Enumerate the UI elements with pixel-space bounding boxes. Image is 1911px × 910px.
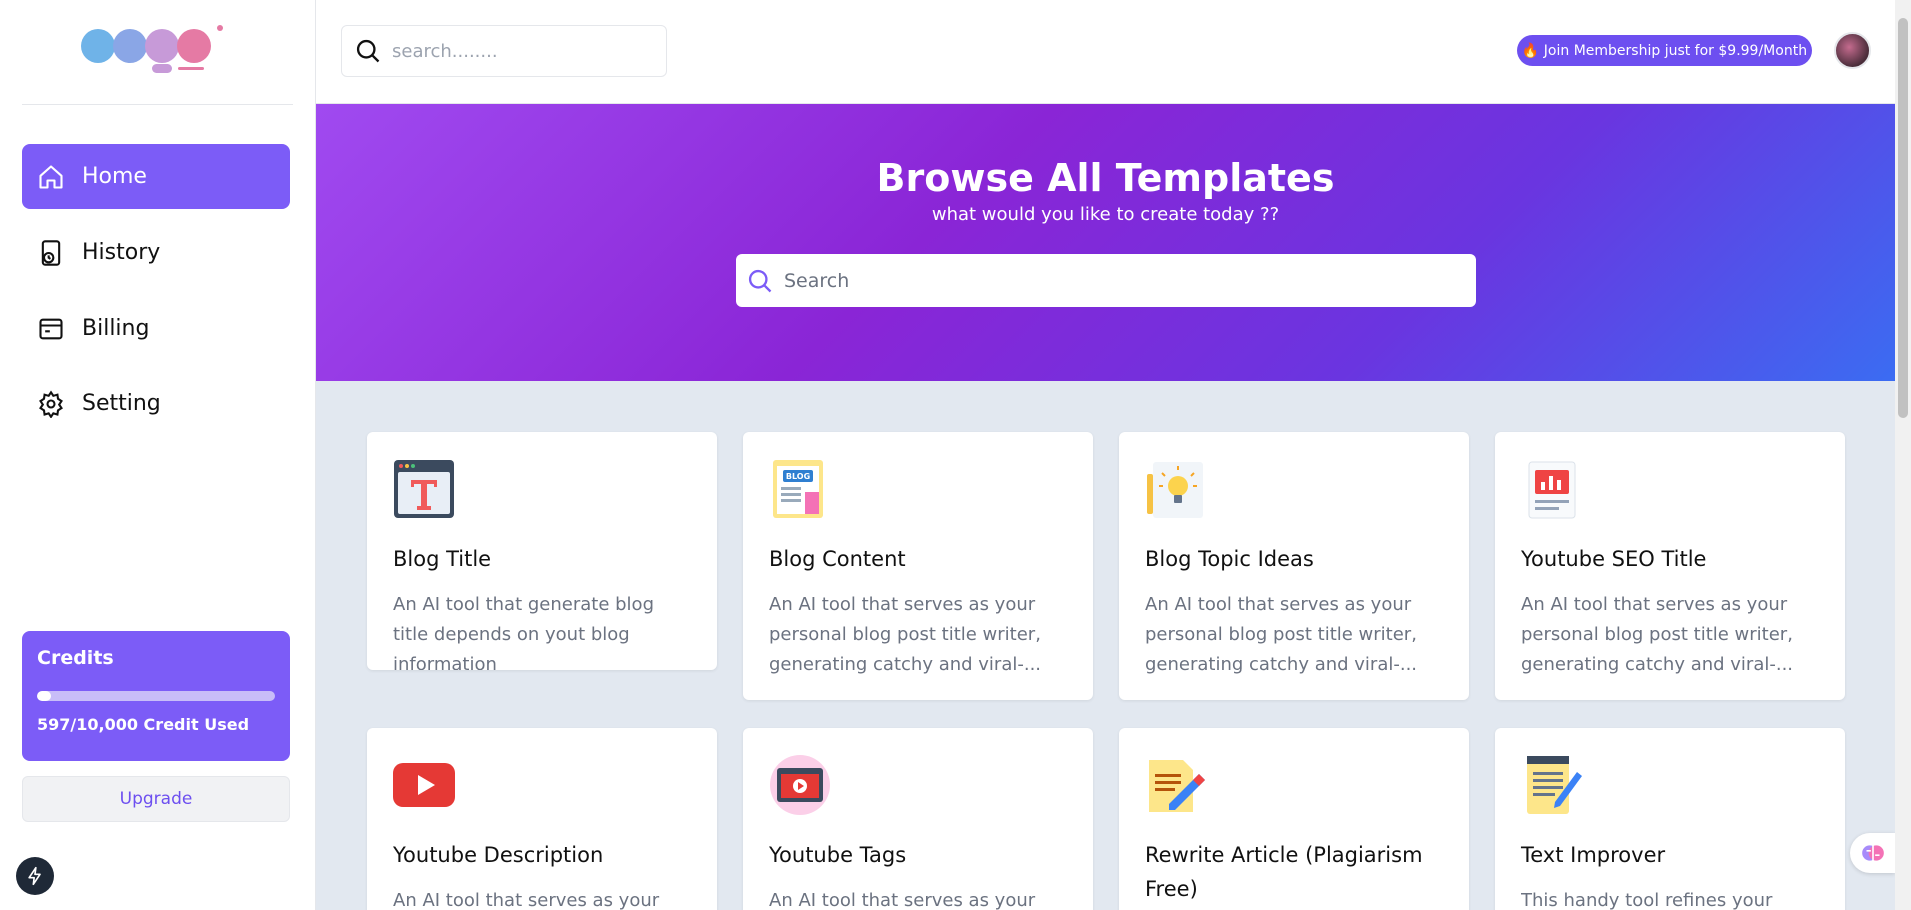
card-title: Text Improver — [1521, 843, 1666, 867]
sidebar-item-label: Setting — [82, 391, 161, 416]
template-card-text-improver[interactable]: Text Improver This handy tool refines yo… — [1495, 728, 1845, 910]
sidebar-item-billing[interactable]: Billing — [22, 296, 290, 361]
search-icon — [748, 269, 772, 292]
video-tags-icon — [770, 755, 830, 815]
template-card-youtube-seo-title[interactable]: Youtube SEO Title An AI tool that serves… — [1495, 432, 1845, 700]
rewrite-icon — [1149, 760, 1205, 812]
svg-text:BLOG: BLOG — [786, 472, 810, 481]
header-search[interactable] — [341, 25, 667, 77]
card-description: An AI tool that serves as your personal … — [1521, 594, 1794, 675]
bolt-icon[interactable] — [16, 857, 54, 895]
credits-title: Credits — [37, 647, 114, 669]
card-title: Youtube Tags — [769, 843, 907, 867]
header-search-input[interactable] — [392, 40, 642, 62]
sidebar-item-label: History — [82, 240, 161, 265]
hero-banner: Browse All Templates what would you like… — [316, 104, 1895, 381]
credits-progress-bar — [37, 691, 275, 701]
sidebar-item-home[interactable]: Home — [22, 144, 290, 209]
blog-content-icon: BLOG — [773, 460, 823, 518]
notepad-icon — [1527, 756, 1582, 814]
template-card-youtube-description[interactable]: Youtube Description An AI tool that serv… — [367, 728, 717, 910]
template-card-youtube-tags[interactable]: Youtube Tags An AI tool that serves as y… — [743, 728, 1093, 910]
card-title: Blog Topic Ideas — [1145, 547, 1314, 571]
history-icon — [36, 238, 66, 268]
card-title: Blog Content — [769, 547, 906, 571]
card-description: An AI tool that serves as your personal … — [1145, 594, 1418, 675]
search-icon — [356, 39, 380, 63]
billing-icon — [36, 314, 66, 344]
sidebar-item-setting[interactable]: Setting — [22, 371, 290, 436]
logo[interactable] — [80, 22, 230, 78]
template-card-blog-topic-ideas[interactable]: Blog Topic Ideas An AI tool that serves … — [1119, 432, 1469, 700]
lightbulb-icon — [1147, 462, 1203, 518]
page-title: Browse All Templates — [876, 156, 1335, 200]
card-description: This handy tool refines your — [1521, 890, 1773, 910]
avatar[interactable] — [1834, 32, 1871, 69]
card-description: An AI tool that generate blog title depe… — [393, 594, 654, 670]
sidebar: Home History Billing Setting Credits 597… — [0, 0, 316, 910]
credits-progress-fill — [37, 691, 52, 701]
card-description: An AI tool that serves as your — [769, 890, 1036, 910]
scrollbar-thumb[interactable] — [1898, 18, 1908, 418]
credits-panel: Credits 597/10,000 Credit Used — [22, 631, 290, 761]
card-title: Youtube Description — [393, 843, 604, 867]
upgrade-button[interactable]: Upgrade — [22, 776, 290, 822]
credits-used-text: 597/10,000 Credit Used — [37, 715, 250, 734]
home-icon — [36, 162, 66, 192]
card-description: An AI tool that serves as your personal … — [769, 594, 1042, 675]
top-header: 🔥 Join Membership just for $9.99/Month — [316, 0, 1895, 104]
brain-icon[interactable] — [1850, 833, 1895, 873]
card-title: Blog Title — [393, 547, 492, 571]
youtube-icon — [393, 763, 455, 807]
template-search-input[interactable] — [784, 269, 1444, 292]
card-title: Rewrite Article (Plagiarism Free) — [1145, 843, 1423, 901]
page-scrollbar[interactable] — [1895, 0, 1911, 910]
template-card-blog-content[interactable]: BLOG Blog Content An AI tool that serves… — [743, 432, 1093, 700]
sidebar-item-label: Billing — [82, 316, 150, 341]
gear-icon — [36, 389, 66, 419]
template-card-blog-title[interactable]: Blog Title An AI tool that generate blog… — [367, 432, 717, 670]
seo-chart-icon — [1528, 461, 1576, 519]
logo-divider — [22, 104, 293, 105]
sidebar-item-label: Home — [82, 164, 147, 189]
sidebar-item-history[interactable]: History — [22, 220, 290, 285]
membership-button[interactable]: 🔥 Join Membership just for $9.99/Month — [1517, 35, 1812, 66]
card-description: An AI tool that serves as your — [393, 890, 660, 910]
template-search[interactable] — [736, 254, 1476, 307]
page-subtitle: what would you like to create today ?? — [931, 204, 1280, 225]
blog-title-icon — [394, 460, 454, 518]
card-title: Youtube SEO Title — [1521, 547, 1707, 571]
template-card-rewrite-article[interactable]: Rewrite Article (Plagiarism Free) — [1119, 728, 1469, 910]
